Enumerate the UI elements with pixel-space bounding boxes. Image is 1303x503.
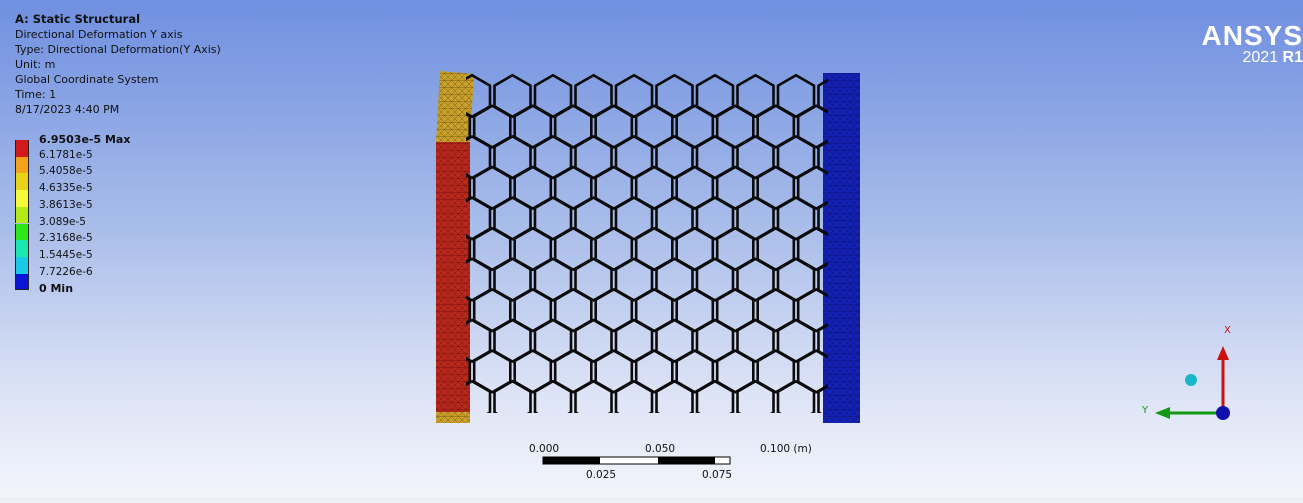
z-axis-icon — [1216, 406, 1230, 420]
left-plate — [436, 71, 474, 423]
right-plate — [823, 73, 860, 423]
hex-cell — [614, 379, 654, 413]
axis-triad[interactable]: X Y — [1141, 325, 1231, 420]
hex-cell — [655, 379, 694, 413]
hex-cell — [695, 379, 735, 413]
scale-label: 0.025 — [586, 469, 617, 481]
model-viewport[interactable]: X Y — [0, 0, 1303, 503]
hex-cell — [776, 379, 816, 413]
scale-label: 0.100 (m) — [760, 443, 812, 455]
triad-x-label: X — [1224, 325, 1231, 336]
hex-cell — [736, 379, 775, 413]
hex-cell — [533, 379, 573, 413]
y-arrow-icon — [1155, 407, 1170, 419]
iso-ball-icon[interactable] — [1185, 374, 1197, 386]
triad-y-label: Y — [1141, 405, 1149, 416]
scale-label: 0.000 — [529, 443, 560, 455]
scale-label: 0.075 — [702, 469, 733, 481]
hex-cell — [493, 379, 532, 413]
honeycomb-lattice — [466, 73, 828, 413]
viewport-bottom-edge — [0, 497, 1303, 503]
hex-cell — [574, 379, 613, 413]
scale-label: 0.050 — [645, 443, 676, 455]
scale-bar — [542, 456, 731, 465]
x-arrow-icon — [1217, 346, 1229, 360]
